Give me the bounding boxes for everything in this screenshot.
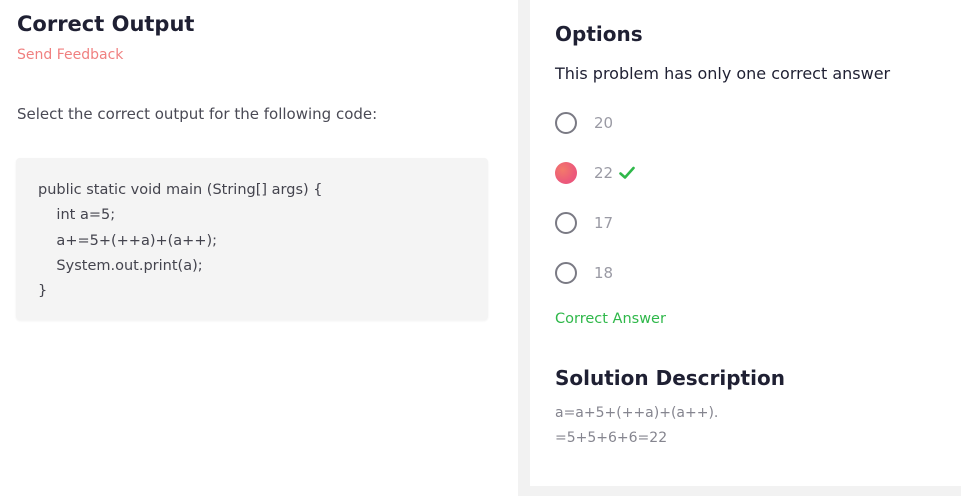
check-icon bbox=[619, 166, 635, 179]
radio-button[interactable] bbox=[555, 212, 577, 234]
option-label: 20 bbox=[594, 114, 614, 132]
solution-title: Solution Description bbox=[555, 366, 785, 390]
radio-button[interactable] bbox=[555, 262, 577, 284]
solution-line: a=a+5+(++a)+(a++). bbox=[555, 405, 719, 421]
panel-bottom-edge bbox=[530, 486, 961, 496]
options-title: Options bbox=[555, 22, 643, 46]
solution-line: =5+5+6+6=22 bbox=[555, 430, 668, 446]
option-label: 17 bbox=[594, 214, 614, 232]
code-line: System.out.print(a); bbox=[38, 258, 203, 274]
radio-button[interactable] bbox=[555, 112, 577, 134]
question-prompt: Select the correct output for the follow… bbox=[17, 105, 378, 123]
code-line: a+=5+(++a)+(a++); bbox=[38, 233, 218, 249]
question-panel: Correct Output Send Feedback Select the … bbox=[0, 0, 518, 496]
send-feedback-link[interactable]: Send Feedback bbox=[17, 47, 123, 63]
options-panel: Options This problem has only one correc… bbox=[530, 0, 961, 486]
panel-divider bbox=[518, 0, 530, 496]
radio-button-selected[interactable] bbox=[555, 162, 577, 184]
option-label: 22 bbox=[594, 164, 614, 182]
code-line: int a=5; bbox=[38, 207, 116, 223]
code-line: } bbox=[38, 283, 48, 299]
options-subtitle: This problem has only one correct answer bbox=[555, 64, 891, 83]
option-20[interactable]: 20 bbox=[555, 110, 755, 136]
option-17[interactable]: 17 bbox=[555, 210, 755, 236]
option-label: 18 bbox=[594, 264, 614, 282]
result-status: Correct Answer bbox=[555, 311, 666, 327]
option-22[interactable]: 22 bbox=[555, 160, 755, 186]
code-block: public static void main (String[] args) … bbox=[16, 158, 488, 320]
option-18[interactable]: 18 bbox=[555, 260, 755, 286]
code-line: public static void main (String[] args) … bbox=[38, 182, 323, 198]
page-title: Correct Output bbox=[17, 12, 195, 36]
